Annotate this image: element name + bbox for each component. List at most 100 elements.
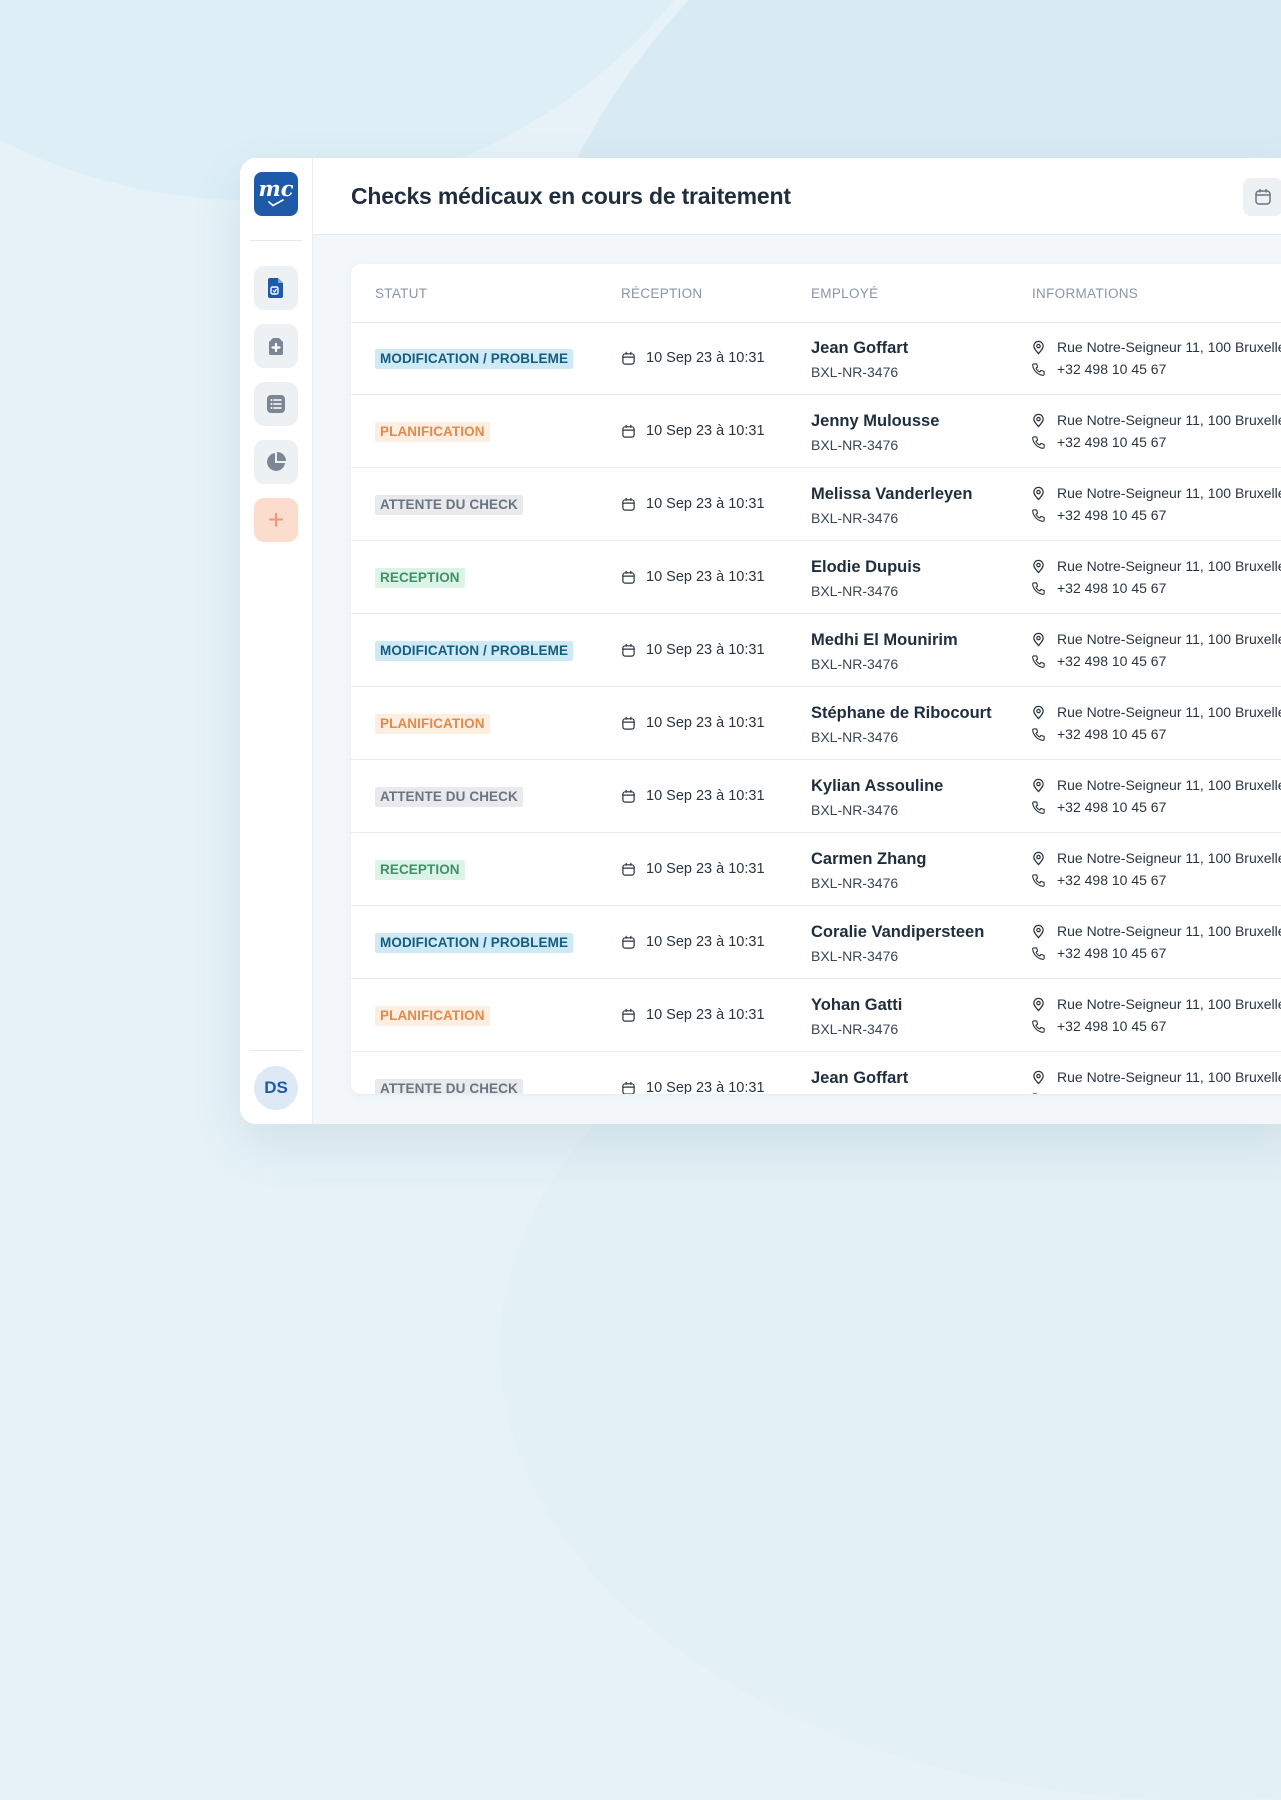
- phone-text[interactable]: +32 498 10 45 67: [1057, 799, 1166, 815]
- employee-name[interactable]: Carmen Zhang: [811, 850, 927, 869]
- sidebar-item-documents[interactable]: [254, 266, 298, 310]
- address-text: Rue Notre-Seigneur 11, 100 Bruxelles: [1057, 485, 1281, 501]
- employee-name[interactable]: Jenny Mulousse: [811, 412, 939, 431]
- employee-name[interactable]: Stéphane de Ribocourt: [811, 704, 992, 723]
- table-row[interactable]: PLANIFICATION 10 Sep 23 à 10:31 Yohan Ga…: [351, 979, 1281, 1052]
- address-text: Rue Notre-Seigneur 11, 100 Bruxelles: [1057, 704, 1281, 720]
- pie-chart-icon: [267, 452, 286, 471]
- address-line: Rue Notre-Seigneur 11, 100 Bruxelles: [1031, 412, 1281, 428]
- date-text: 10 Sep 23 à 10:31: [646, 861, 765, 877]
- table-header: STATUT RÉCEPTION EMPLOYÉ INFORMATIONS: [351, 264, 1281, 323]
- sidebar-item-list[interactable]: [254, 382, 298, 426]
- sidebar-item-medical[interactable]: [254, 324, 298, 368]
- address-line: Rue Notre-Seigneur 11, 100 Bruxelles: [1031, 1069, 1281, 1085]
- employee-name[interactable]: Elodie Dupuis: [811, 558, 921, 577]
- sidebar-item-stats[interactable]: [254, 440, 298, 484]
- phone-text[interactable]: +32 498 10 45 67: [1057, 653, 1166, 669]
- table-row[interactable]: ATTENTE DU CHECK 10 Sep 23 à 10:31 Jean …: [351, 1052, 1281, 1094]
- app-window: mc + DS Checks médicaux en cours de trai…: [240, 158, 1281, 1124]
- date-text: 10 Sep 23 à 10:31: [646, 715, 765, 731]
- phone-text[interactable]: +32 498 10 45 67: [1057, 507, 1166, 523]
- phone-icon: [1032, 727, 1045, 741]
- date-text: 10 Sep 23 à 10:31: [646, 788, 765, 804]
- location-pin-icon: [1033, 559, 1044, 574]
- status-badge: ATTENTE DU CHECK: [375, 787, 523, 807]
- phone-text[interactable]: +32 498 10 45 67: [1057, 434, 1166, 450]
- reception-date: 10 Sep 23 à 10:31: [621, 496, 765, 512]
- add-button[interactable]: +: [254, 498, 298, 542]
- phone-text[interactable]: +32 498 10 45 67: [1057, 1091, 1166, 1094]
- calendar-button[interactable]: [1243, 178, 1281, 216]
- reception-date: 10 Sep 23 à 10:31: [621, 1080, 765, 1094]
- table-row[interactable]: ATTENTE DU CHECK 10 Sep 23 à 10:31 Melis…: [351, 468, 1281, 541]
- table-row[interactable]: RECEPTION 10 Sep 23 à 10:31 Elodie Dupui…: [351, 541, 1281, 614]
- phone-text[interactable]: +32 498 10 45 67: [1057, 726, 1166, 742]
- logo-check-icon: [268, 199, 284, 207]
- status-badge: RECEPTION: [375, 568, 465, 588]
- phone-text[interactable]: +32 498 10 45 67: [1057, 945, 1166, 961]
- address-text: Rue Notre-Seigneur 11, 100 Bruxelles: [1057, 1069, 1281, 1085]
- employee-name[interactable]: Medhi El Mounirim: [811, 631, 958, 650]
- calendar-icon: [622, 570, 635, 584]
- table-row[interactable]: MODIFICATION / PROBLEME 10 Sep 23 à 10:3…: [351, 614, 1281, 687]
- phone-icon: [1032, 1092, 1038, 1094]
- phone-text[interactable]: +32 498 10 45 67: [1057, 361, 1166, 377]
- address-line: Rue Notre-Seigneur 11, 100 Bruxelles: [1031, 704, 1281, 720]
- employee-name[interactable]: Melissa Vanderleyen: [811, 485, 972, 504]
- table-row[interactable]: ATTENTE DU CHECK 10 Sep 23 à 10:31 Kylia…: [351, 760, 1281, 833]
- header-employe[interactable]: EMPLOYÉ: [811, 286, 878, 301]
- calendar-icon: [622, 935, 635, 949]
- status-badge: PLANIFICATION: [375, 422, 490, 442]
- phone-text[interactable]: +32 498 10 45 67: [1057, 872, 1166, 888]
- phone-text[interactable]: +32 498 10 45 67: [1057, 580, 1166, 596]
- date-text: 10 Sep 23 à 10:31: [646, 642, 765, 658]
- header-statut[interactable]: STATUT: [375, 286, 427, 301]
- reception-date: 10 Sep 23 à 10:31: [621, 423, 765, 439]
- table-row[interactable]: MODIFICATION / PROBLEME 10 Sep 23 à 10:3…: [351, 322, 1281, 395]
- table-row[interactable]: PLANIFICATION 10 Sep 23 à 10:31 Stéphane…: [351, 687, 1281, 760]
- user-avatar[interactable]: DS: [254, 1066, 298, 1110]
- address-text: Rue Notre-Seigneur 11, 100 Bruxelles: [1057, 412, 1281, 428]
- sidebar-divider-bottom: [250, 1050, 302, 1051]
- date-text: 10 Sep 23 à 10:31: [646, 1007, 765, 1023]
- phone-icon: [1032, 946, 1045, 960]
- employee-name[interactable]: Kylian Assouline: [811, 777, 943, 796]
- status-badge: MODIFICATION / PROBLEME: [375, 641, 574, 661]
- medical-case-icon: [269, 338, 283, 355]
- sidebar: mc + DS: [240, 158, 313, 1124]
- phone-icon: [1032, 435, 1045, 449]
- phone-icon: [1032, 508, 1045, 522]
- employee-id: BXL-NR-3476: [811, 437, 899, 453]
- location-pin-icon: [1033, 778, 1044, 793]
- calendar-icon: [622, 497, 635, 511]
- app-logo[interactable]: mc: [254, 172, 298, 216]
- table-row[interactable]: MODIFICATION / PROBLEME 10 Sep 23 à 10:3…: [351, 906, 1281, 979]
- phone-line: +32 498 10 45 67: [1031, 580, 1166, 596]
- location-pin-icon: [1033, 413, 1044, 428]
- table-row[interactable]: PLANIFICATION 10 Sep 23 à 10:31 Jenny Mu…: [351, 395, 1281, 468]
- phone-icon: [1032, 800, 1045, 814]
- date-text: 10 Sep 23 à 10:31: [646, 569, 765, 585]
- header-reception[interactable]: RÉCEPTION: [621, 286, 702, 301]
- location-pin-icon: [1033, 632, 1044, 647]
- employee-name[interactable]: Jean Goffart: [811, 1069, 908, 1088]
- header-informations[interactable]: INFORMATIONS: [1032, 286, 1138, 301]
- table-row[interactable]: RECEPTION 10 Sep 23 à 10:31 Carmen Zhang…: [351, 833, 1281, 906]
- address-line: Rue Notre-Seigneur 11, 100 Bruxelles: [1031, 996, 1281, 1012]
- employee-name[interactable]: Coralie Vandipersteen: [811, 923, 984, 942]
- calendar-icon: [622, 643, 635, 657]
- employee-name[interactable]: Yohan Gatti: [811, 996, 902, 1015]
- employee-id: BXL-NR-3476: [811, 875, 899, 891]
- employee-id: BXL-NR-3476: [811, 364, 899, 380]
- employee-id: BXL-NR-3476: [811, 510, 899, 526]
- phone-text[interactable]: +32 498 10 45 67: [1057, 1018, 1166, 1034]
- page-title: Checks médicaux en cours de traitement: [351, 183, 791, 209]
- employee-name[interactable]: Jean Goffart: [811, 339, 908, 358]
- date-text: 10 Sep 23 à 10:31: [646, 350, 765, 366]
- phone-line: +32 498 10 45 67: [1031, 872, 1166, 888]
- employee-id: BXL-NR-3476: [811, 583, 899, 599]
- location-pin-icon: [1033, 486, 1044, 501]
- phone-line: +32 498 10 45 67: [1031, 799, 1166, 815]
- address-text: Rue Notre-Seigneur 11, 100 Bruxelles: [1057, 850, 1281, 866]
- document-icon: [268, 278, 283, 298]
